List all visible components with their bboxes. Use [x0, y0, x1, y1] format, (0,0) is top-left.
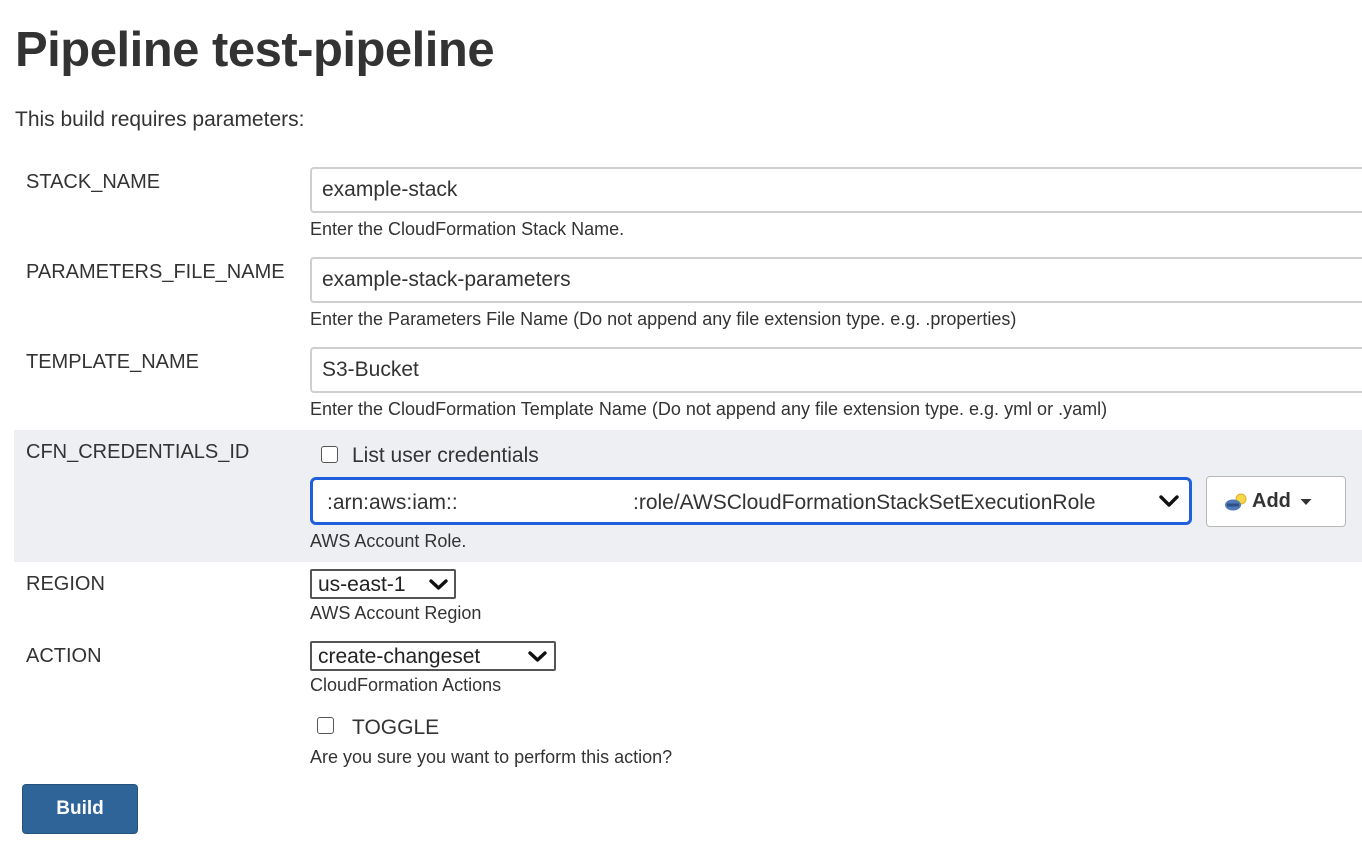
intro-text: This build requires parameters:: [15, 108, 305, 131]
chevron-down-icon: [429, 571, 448, 597]
action-select[interactable]: create-changeset: [310, 641, 556, 671]
parameters-file-name-label: PARAMETERS_FILE_NAME: [26, 261, 285, 283]
stack-name-input[interactable]: [310, 167, 1362, 213]
action-selected-value: create-changeset: [318, 645, 481, 668]
role-arn-suffix: :role/AWSCloudFormationStackSetExecution…: [633, 491, 1096, 514]
region-selected-value: us-east-1: [318, 573, 406, 596]
page-title: Pipeline test-pipeline: [15, 23, 495, 77]
template-name-input[interactable]: [310, 347, 1362, 393]
region-label: REGION: [26, 573, 105, 595]
stack-name-description: Enter the CloudFormation Stack Name.: [310, 219, 625, 239]
template-name-description: Enter the CloudFormation Template Name (…: [310, 399, 1108, 419]
cfn-credentials-description: AWS Account Role.: [310, 531, 467, 551]
toggle-checkbox[interactable]: [317, 717, 334, 734]
region-select[interactable]: us-east-1: [310, 569, 456, 599]
action-label: ACTION: [26, 645, 102, 667]
build-button[interactable]: Build: [22, 784, 138, 834]
chevron-down-icon: [1159, 480, 1179, 522]
toggle-description: Are you sure you want to perform this ac…: [310, 747, 673, 767]
parameters-file-name-description: Enter the Parameters File Name (Do not a…: [310, 309, 1017, 329]
add-credentials-button[interactable]: Add: [1206, 476, 1346, 527]
credentials-key-icon: [1224, 491, 1250, 513]
credentials-role-select[interactable]: :arn:aws:iam:: :role/AWSCloudFormationSt…: [310, 477, 1192, 525]
list-user-credentials-label[interactable]: List user credentials: [352, 444, 539, 468]
region-description: AWS Account Region: [310, 603, 482, 623]
cfn-credentials-id-label: CFN_CREDENTIALS_ID: [26, 441, 250, 463]
list-user-credentials-checkbox[interactable]: [321, 446, 338, 463]
add-button-label: Add: [1252, 490, 1291, 512]
action-description: CloudFormation Actions: [310, 675, 502, 695]
template-name-label: TEMPLATE_NAME: [26, 351, 199, 373]
toggle-label[interactable]: TOGGLE: [352, 716, 439, 740]
parameters-file-name-input[interactable]: [310, 257, 1362, 303]
stack-name-label: STACK_NAME: [26, 171, 161, 193]
chevron-down-icon: [528, 643, 547, 669]
caret-down-icon: [1300, 498, 1312, 506]
role-arn-prefix: :arn:aws:iam::: [327, 491, 458, 514]
